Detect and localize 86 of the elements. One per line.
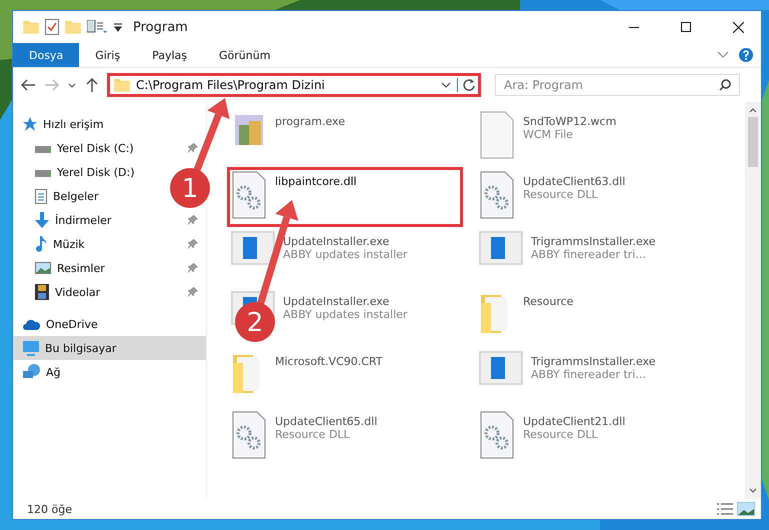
sidebar-item[interactable]: Yerel Disk (C:) <box>13 136 140 160</box>
sidebar-item[interactable]: İndirmeler <box>13 208 118 232</box>
address-bar[interactable]: C:\Program Files\Program Dizini <box>107 73 481 97</box>
close-icon <box>732 22 744 32</box>
download-arrow-icon <box>35 212 49 228</box>
sidebar-item[interactable]: Resimler <box>13 256 111 280</box>
sidebar-item[interactable]: Belgeler <box>13 184 104 208</box>
maximize-icon <box>681 22 691 32</box>
drive-icon <box>35 143 51 153</box>
gear-file-icon <box>479 411 515 459</box>
search-icon <box>719 79 731 91</box>
refresh-icon[interactable] <box>457 78 476 92</box>
dropdown-caret-icon <box>441 82 451 88</box>
file-name[interactable]: UpdateInstaller.exe <box>283 235 408 248</box>
file-name[interactable]: Microsoft.VC90.CRT <box>275 355 382 368</box>
details-view-icon[interactable] <box>717 503 733 515</box>
help-icon[interactable] <box>739 48 753 62</box>
file-name[interactable]: program.exe <box>275 115 345 128</box>
customize-caret-icon <box>113 22 123 32</box>
file-name[interactable]: TrigrammsInstaller.exe <box>531 235 656 248</box>
folder-icon <box>65 20 81 34</box>
scroll-down-icon[interactable] <box>749 488 757 493</box>
folder-icon <box>23 20 39 34</box>
file-type: ABBY finereader tri... <box>531 248 647 261</box>
file-icon <box>479 111 515 159</box>
gear-file-icon <box>231 171 267 219</box>
ribbon-tab[interactable]: Görünüm <box>203 43 286 67</box>
minimize-icon <box>629 26 639 28</box>
step-number-badge: 2 <box>235 302 275 342</box>
image-icon <box>35 262 51 274</box>
file-name[interactable]: UpdateClient21.dll <box>523 415 626 428</box>
sidebar-item[interactable]: Bu bilgisayar <box>13 336 206 360</box>
document-icon <box>35 188 47 204</box>
scrollbar[interactable] <box>745 102 761 499</box>
installer-icon <box>479 231 523 265</box>
installer-icon <box>479 351 523 385</box>
drive-icon <box>35 167 51 177</box>
step-number-badge: 1 <box>170 168 210 208</box>
file-type: ABBY updates installer <box>283 248 408 261</box>
item-count: 120 öğe <box>27 502 73 516</box>
file-name[interactable]: UpdateClient65.dll <box>275 415 378 428</box>
scroll-up-icon[interactable] <box>749 108 757 113</box>
chevron-down-icon <box>68 82 76 88</box>
gear-file-icon <box>479 171 515 219</box>
gear-file-icon <box>231 411 267 459</box>
pin-icon <box>188 239 198 249</box>
window-title: Program <box>133 20 188 34</box>
file-type: Resource DLL <box>523 188 599 201</box>
file-type: Resource DLL <box>523 428 599 441</box>
network-icon <box>23 364 40 380</box>
installer-icon <box>231 231 275 265</box>
music-note-icon <box>35 236 47 252</box>
checklist-icon <box>45 19 59 35</box>
search-field[interactable]: Ara: Program <box>495 74 740 96</box>
properties-icon <box>87 20 107 34</box>
ribbon-tab[interactable]: Paylaş <box>136 43 203 67</box>
sidebar-item[interactable]: OneDrive <box>13 312 104 336</box>
pin-icon <box>188 263 198 273</box>
pin-icon <box>188 143 198 153</box>
file-name[interactable]: libpaintcore.dll <box>275 175 357 188</box>
file-name[interactable]: SndToWP12.wcm <box>523 115 616 128</box>
file-name[interactable]: TrigrammsInstaller.exe <box>531 355 656 368</box>
file-type: WCM File <box>523 128 574 141</box>
cloud-icon <box>23 318 40 330</box>
folder-icon <box>114 78 130 92</box>
sidebar-item[interactable]: Hızlı erişim <box>13 112 110 136</box>
file-name[interactable]: UpdateClient63.dll <box>523 175 626 188</box>
ribbon-tab[interactable]: Dosya <box>13 43 80 67</box>
expand-ribbon-icon[interactable] <box>717 51 729 59</box>
scroll-thumb[interactable] <box>748 117 758 167</box>
file-type: ABBY finereader tri... <box>531 368 647 381</box>
file-type: ABBY updates installer <box>283 308 408 321</box>
sidebar-item[interactable]: Videolar <box>13 280 106 304</box>
pin-icon <box>188 215 198 225</box>
monitor-icon <box>23 340 39 356</box>
file-type: Resource DLL <box>275 428 351 441</box>
file-name[interactable]: UpdateInstaller.exe <box>283 295 408 308</box>
large-icons-view-icon[interactable] <box>737 502 755 516</box>
sidebar-item[interactable]: Yerel Disk (D:) <box>13 160 141 184</box>
ribbon-tab[interactable]: Giriş <box>79 43 136 67</box>
star-icon <box>23 117 37 131</box>
sidebar-item[interactable]: Ağ <box>13 360 67 384</box>
sidebar-item[interactable]: Müzik <box>13 232 91 256</box>
file-name[interactable]: Resource <box>523 295 574 308</box>
film-icon <box>35 284 49 300</box>
pin-icon <box>188 287 198 297</box>
